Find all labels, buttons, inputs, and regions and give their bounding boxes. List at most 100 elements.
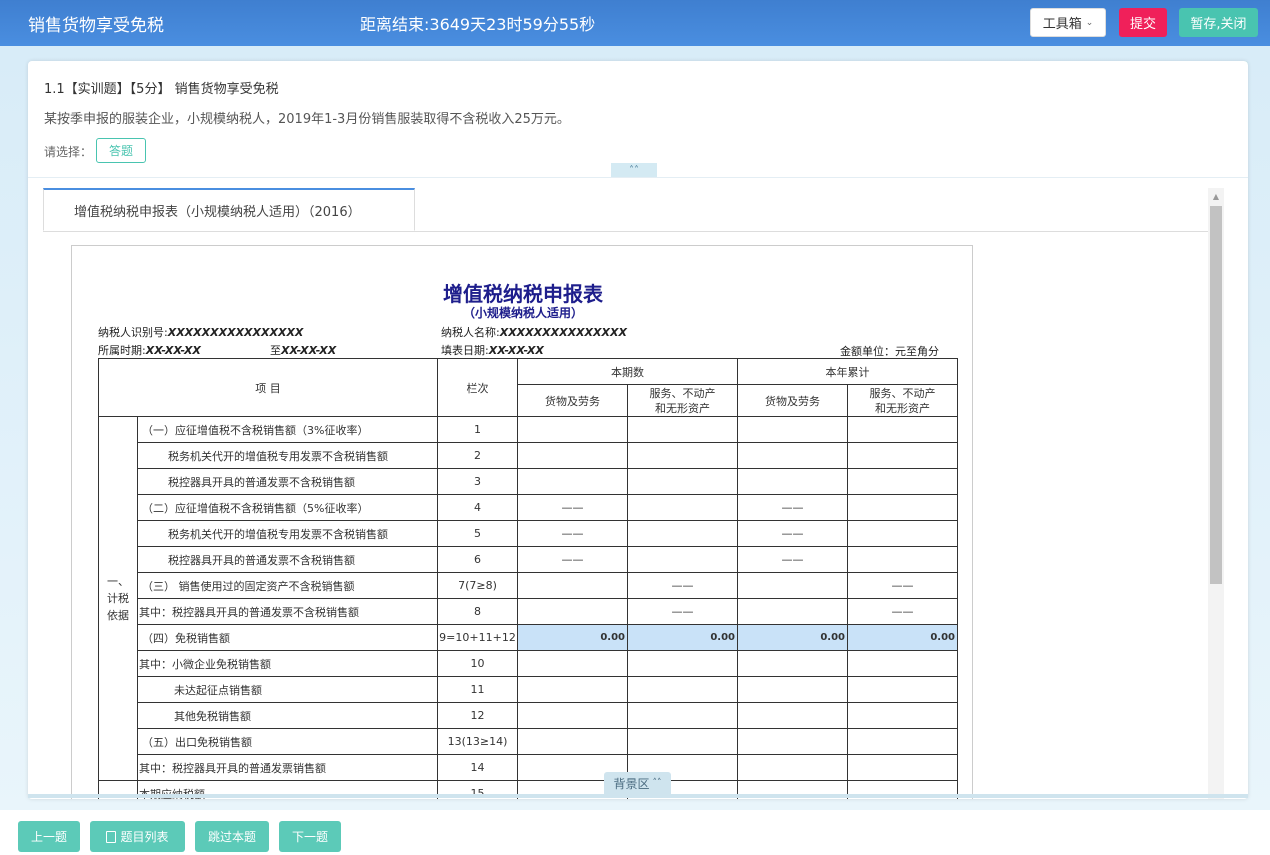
disabled-cell: —— <box>847 572 958 599</box>
fill-date: 填表日期:XX-XX-XX <box>441 344 544 357</box>
input-cell[interactable] <box>847 650 958 677</box>
table-row: 税务机关代开的增值税专用发票不含税销售额 2 <box>99 442 958 469</box>
input-cell[interactable] <box>737 468 848 495</box>
input-cell[interactable] <box>627 468 738 495</box>
input-cell[interactable] <box>517 702 628 729</box>
disabled-cell: —— <box>517 520 628 547</box>
input-cell[interactable] <box>517 728 628 755</box>
input-cell[interactable] <box>847 416 958 443</box>
question-heading: 1.1【实训题】【5分】 销售货物享受免税 <box>44 82 279 97</box>
exam-title: 销售货物享受免税 <box>28 16 164 36</box>
scroll-up-arrow-icon[interactable]: ▲ <box>1208 188 1224 204</box>
vat-table: 项 目 栏次 本期数 本年累计 货物及劳务 服务、不动产 和无形资产 货物及劳务 … <box>98 358 958 799</box>
input-cell[interactable] <box>847 754 958 781</box>
scrollbar-thumb[interactable] <box>1210 206 1222 584</box>
input-cell[interactable] <box>737 572 848 599</box>
input-cell[interactable] <box>737 650 848 677</box>
input-cell[interactable] <box>847 468 958 495</box>
table-row: 税控器具开具的普通发票不含税销售额 6 —— —— <box>99 546 958 573</box>
table-row: 税务机关代开的增值税专用发票不含税销售额 5 —— —— <box>99 520 958 547</box>
top-bar: 销售货物享受免税 距离结束:3649天23时59分55秒 工具箱 ⌄ 提交 暂存… <box>0 0 1270 46</box>
row-item: 其他免税销售额 <box>137 702 438 729</box>
input-cell[interactable] <box>737 416 848 443</box>
skip-question-button[interactable]: 跳过本题 <box>195 821 269 852</box>
row-line: 5 <box>437 520 518 547</box>
input-cell[interactable] <box>847 676 958 703</box>
disabled-cell: —— <box>627 572 738 599</box>
answer-button[interactable]: 答题 <box>96 138 146 163</box>
form-tab-bar: 增值税纳税申报表（小规模纳税人适用）（2016） <box>43 188 1208 232</box>
vat-return-form: 增值税纳税申报表 （小规模纳税人适用） 纳税人识别号:XXXXXXXXXXXXX… <box>71 245 973 799</box>
background-panel-toggle[interactable]: 背景区 ˄˄ <box>604 772 671 794</box>
input-cell[interactable] <box>737 442 848 469</box>
input-cell[interactable] <box>737 676 848 703</box>
input-cell[interactable] <box>737 702 848 729</box>
input-cell[interactable] <box>847 702 958 729</box>
header-line: 栏次 <box>437 358 518 417</box>
table-row: （二）应征增值税不含税销售额（5%征收率） 4 —— —— <box>99 494 958 521</box>
input-cell[interactable] <box>847 520 958 547</box>
input-cell[interactable] <box>737 754 848 781</box>
header-current: 本期数 <box>517 358 738 385</box>
toolbox-label: 工具箱 <box>1042 17 1082 32</box>
table-row: 其中：税控器具开具的普通发票不含税销售额 8 —— —— <box>99 598 958 625</box>
tab-vat-return[interactable]: 增值税纳税申报表（小规模纳税人适用）（2016） <box>43 188 415 231</box>
computed-cell: 0.00 <box>627 624 738 651</box>
header-ytd: 本年累计 <box>737 358 958 385</box>
row-item: （一）应征增值税不含税销售额（3%征收率） <box>137 416 438 443</box>
row-item: 税控器具开具的普通发票不含税销售额 <box>137 546 438 573</box>
input-cell[interactable] <box>627 728 738 755</box>
submit-button[interactable]: 提交 <box>1119 8 1167 37</box>
input-cell[interactable] <box>517 468 628 495</box>
input-cell[interactable] <box>627 702 738 729</box>
table-row: （三） 销售使用过的固定资产不含税销售额 7(7≥8) —— —— <box>99 572 958 599</box>
background-tab-label: 背景区 <box>613 776 650 791</box>
computed-cell: 0.00 <box>517 624 628 651</box>
row-line: 9=10+11+12 <box>437 624 518 651</box>
collapse-question-button[interactable]: ˄˄ <box>611 163 657 177</box>
input-cell[interactable] <box>627 494 738 521</box>
group-label: 一、计税依据 <box>98 416 138 781</box>
input-cell[interactable] <box>847 546 958 573</box>
input-cell[interactable] <box>737 598 848 625</box>
question-list-button[interactable]: 题目列表 <box>90 821 185 852</box>
input-cell[interactable] <box>627 546 738 573</box>
input-cell[interactable] <box>517 650 628 677</box>
computed-cell: 0.00 <box>847 624 958 651</box>
clipboard-icon <box>106 830 117 843</box>
input-cell[interactable] <box>847 442 958 469</box>
input-cell[interactable] <box>627 650 738 677</box>
row-item: 税务机关代开的增值税专用发票不含税销售额 <box>137 442 438 469</box>
row-line: 4 <box>437 494 518 521</box>
input-cell[interactable] <box>627 520 738 547</box>
input-cell[interactable] <box>627 416 738 443</box>
input-cell[interactable] <box>517 416 628 443</box>
row-item: 税控器具开具的普通发票不含税销售额 <box>137 468 438 495</box>
input-cell[interactable] <box>737 728 848 755</box>
input-cell[interactable] <box>847 494 958 521</box>
table-row: （四）免税销售额 9=10+11+12 0.00 0.00 0.00 0.00 <box>99 624 958 651</box>
row-line: 2 <box>437 442 518 469</box>
toolbox-button[interactable]: 工具箱 ⌄ <box>1030 8 1106 37</box>
select-label: 请选择： <box>44 145 93 159</box>
header-services-ytd: 服务、不动产 和无形资产 <box>847 384 958 417</box>
prev-question-button[interactable]: 上一题 <box>18 821 80 852</box>
tax-period-to: 至XX-XX-XX <box>270 344 337 357</box>
input-cell[interactable] <box>627 676 738 703</box>
header-goods: 货物及劳务 <box>517 384 628 417</box>
input-cell[interactable] <box>517 442 628 469</box>
double-chevron-up-icon: ˄˄ <box>629 164 639 176</box>
divider <box>28 177 1248 178</box>
input-cell[interactable] <box>517 572 628 599</box>
input-cell[interactable] <box>517 598 628 625</box>
input-cell[interactable] <box>847 728 958 755</box>
form-subtitle: （小规模纳税人适用） <box>462 306 583 320</box>
row-line: 12 <box>437 702 518 729</box>
row-line: 10 <box>437 650 518 677</box>
save-close-button[interactable]: 暂存,关闭 <box>1179 8 1258 37</box>
tax-period: 所属时期:XX-XX-XX <box>98 344 201 357</box>
input-cell[interactable] <box>627 442 738 469</box>
next-question-button[interactable]: 下一题 <box>279 821 341 852</box>
input-cell[interactable] <box>517 676 628 703</box>
amount-unit: 金额单位：元至角分 <box>840 345 939 358</box>
